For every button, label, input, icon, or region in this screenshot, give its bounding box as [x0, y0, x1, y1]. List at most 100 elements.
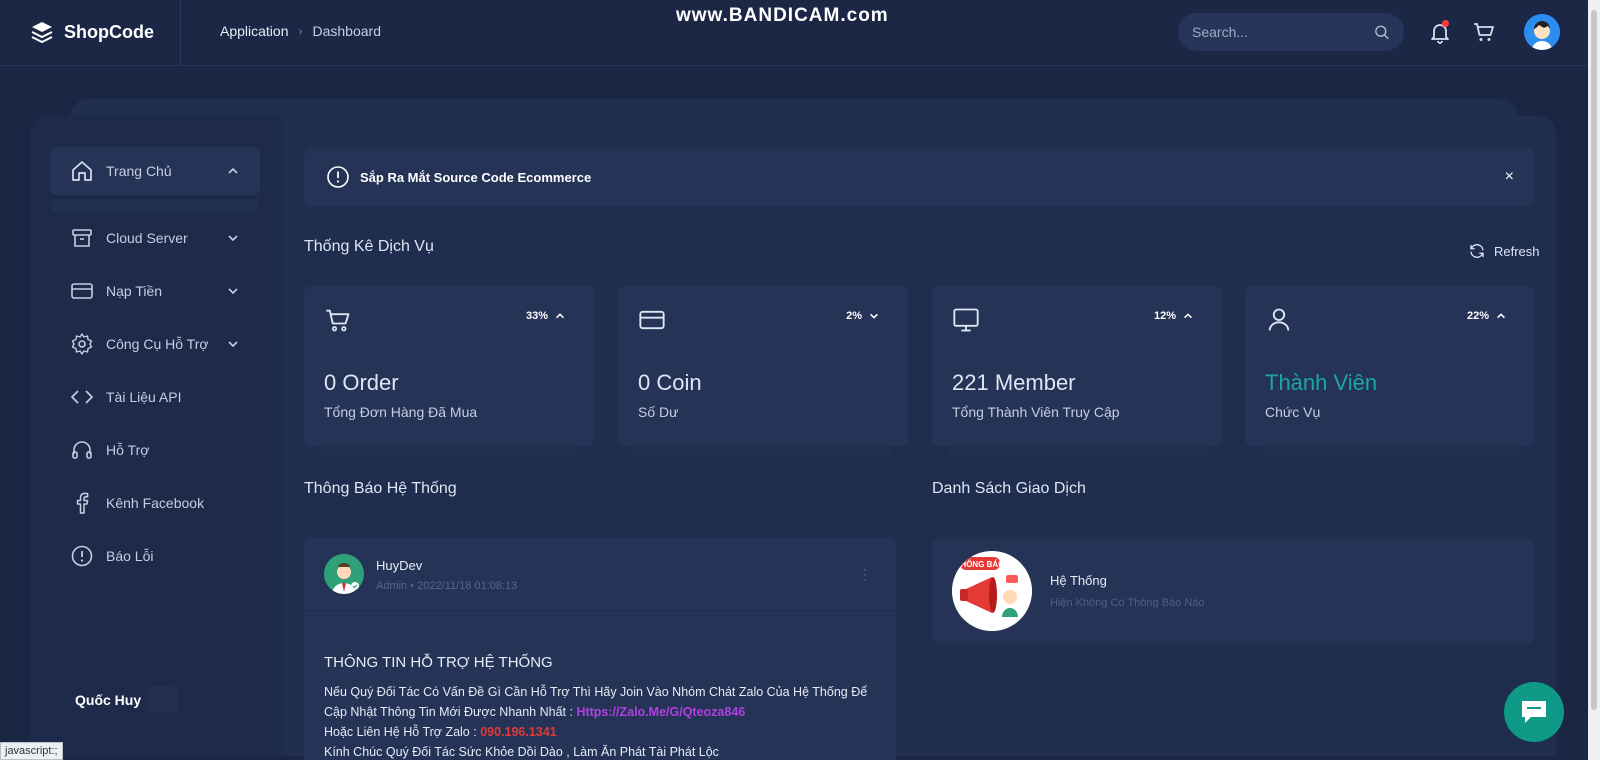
stat-percent: 2%	[846, 310, 880, 322]
zalo-group-link[interactable]: Https://Zalo.Me/G/Qteoza846	[576, 705, 745, 719]
stat-label: Chức Vụ	[1265, 404, 1321, 420]
transaction-subtitle: Hiện Không Có Thông Báo Nào	[1050, 597, 1205, 609]
chat-bubble-icon	[1522, 701, 1546, 723]
refresh-button[interactable]: Refresh	[1468, 242, 1540, 260]
cart-icon[interactable]	[1472, 20, 1496, 44]
chevron-up-icon	[228, 167, 238, 174]
stat-percent-value: 12%	[1153, 310, 1176, 322]
sidebar-item-bao-loi[interactable]: Báo Lỗi	[50, 536, 260, 576]
chevron-down-icon	[228, 288, 238, 295]
sidebar-item-label: Nạp Tiền	[106, 283, 163, 299]
search-input[interactable]	[1192, 24, 1373, 40]
stat-card-members: 12% 221 Member Tổng Thành Viên Truy Cập	[932, 286, 1222, 446]
layers-logo-icon	[31, 22, 53, 44]
post-author: HuyDev	[376, 558, 423, 573]
stat-value: 0 Order	[324, 370, 399, 395]
cart-icon	[326, 309, 350, 332]
breadcrumb-application[interactable]: Application	[220, 23, 289, 39]
breadcrumb-dashboard: Dashboard	[312, 23, 382, 39]
post-heading: THÔNG TIN HỖ TRỢ HỆ THỐNG	[324, 654, 553, 671]
post-line2: Hoặc Liên Hệ Hỗ Trợ Zalo :	[324, 725, 481, 739]
notification-logo: THÔNG BÁO	[952, 551, 1032, 631]
more-vertical-icon[interactable]: ⋮	[858, 566, 872, 583]
sidebar-item-cloud-server[interactable]: Cloud Server	[50, 218, 260, 258]
archive-icon	[72, 229, 92, 247]
chat-button[interactable]	[1504, 682, 1564, 742]
stat-percent: 22%	[1467, 310, 1507, 322]
sidebar-username: Quốc Huy	[75, 692, 142, 708]
search-icon[interactable]	[1373, 23, 1390, 41]
user-avatar[interactable]	[1524, 14, 1560, 50]
top-header: ShopCode Application › Dashboard www.BAN…	[0, 0, 1588, 66]
sidebar-item-label: Công Cụ Hỗ Trợ	[106, 336, 209, 352]
sidebar-active-shadow	[52, 199, 258, 213]
sidebar-item-home[interactable]: Trang Chủ	[50, 147, 260, 195]
stat-percent: 12%	[1154, 310, 1194, 322]
stat-value: Thành Viên	[1265, 370, 1378, 395]
sidebar-item-label: Kênh Facebook	[106, 495, 205, 511]
sidebar-item-cong-cu-ho-tro[interactable]: Công Cụ Hỗ Trợ	[50, 324, 260, 364]
stat-percent: 33%	[526, 310, 566, 322]
sidebar-item-label: Hỗ Trợ	[106, 442, 150, 458]
sidebar-item-label: Tài Liệu API	[106, 389, 182, 405]
notification-dot	[1442, 20, 1449, 27]
stat-percent-value: 2%	[846, 310, 862, 322]
refresh-label: Refresh	[1494, 243, 1540, 259]
code-icon	[70, 390, 94, 404]
card-shadow	[320, 446, 578, 458]
home-icon	[72, 161, 92, 181]
stat-percent-value: 33%	[525, 310, 548, 322]
stat-label: Số Dư	[638, 404, 679, 420]
stat-percent-value: 22%	[1466, 310, 1489, 322]
notice-post: HuyDev Admin • 2022/11/18 01:08:13 ⋮ THÔ…	[304, 538, 896, 760]
monitor-icon	[953, 308, 979, 332]
announcement-alert: Sắp Ra Mắt Source Code Ecommerce ×	[304, 148, 1534, 206]
post-body: Nếu Quý Đối Tác Có Vấn Đề Gì Cần Hỗ Trợ …	[324, 682, 884, 760]
facebook-icon	[76, 492, 89, 514]
stat-label: Tổng Đơn Hàng Đã Mua	[324, 404, 478, 420]
sidebar-item-label: Báo Lỗi	[106, 548, 154, 564]
notices-title: Thông Báo Hệ Thống	[304, 480, 457, 497]
transactions-title: Danh Sách Giao Dịch	[932, 480, 1086, 497]
refresh-icon	[1470, 244, 1484, 258]
browser-status-bar: javascript:;	[0, 742, 63, 760]
alert-text: Sắp Ra Mắt Source Code Ecommerce	[360, 169, 592, 185]
post-line3: Kính Chúc Quý Đối Tác Sức Khỏe Dồi Dào ,…	[324, 745, 719, 759]
close-icon[interactable]: ×	[1505, 168, 1514, 186]
post-meta: Admin • 2022/11/18 01:08:13	[376, 580, 517, 592]
chevron-down-icon	[870, 313, 878, 319]
card-shadow	[634, 446, 892, 458]
logo[interactable]: ShopCode	[30, 20, 154, 44]
transaction-item[interactable]: THÔNG BÁO Hệ Thống Hiện Không Có Thông B…	[932, 539, 1534, 643]
stat-label: Tổng Thành Viên Truy Cập	[952, 404, 1120, 420]
sidebar-toggle[interactable]	[148, 686, 178, 712]
credit-card-icon	[71, 283, 93, 299]
avatar-face-icon	[1524, 14, 1560, 50]
stat-value: 0 Coin	[638, 370, 702, 395]
chevron-down-icon	[228, 235, 238, 242]
post-divider	[304, 610, 896, 611]
scrollbar-thumb[interactable]	[1591, 10, 1597, 710]
breadcrumb-chevron-icon: ›	[298, 24, 303, 38]
gear-icon	[71, 333, 93, 355]
search-box[interactable]	[1178, 13, 1404, 51]
stats-title: Thống Kê Dịch Vụ	[304, 238, 434, 255]
chevron-up-icon	[1184, 313, 1192, 319]
post-timestamp: 2022/11/18 01:08:13	[417, 580, 518, 592]
chevron-up-icon	[556, 313, 564, 319]
chevron-up-icon	[1497, 313, 1505, 319]
stat-card-role: 22% Thành Viên Chức Vụ	[1245, 286, 1535, 446]
sidebar-item-ho-tro[interactable]: Hỗ Trợ	[50, 430, 260, 470]
sidebar-item-kenh-facebook[interactable]: Kênh Facebook	[50, 483, 260, 523]
sidebar: Trang Chủ Cloud Server Nạp Tiền Công Cụ …	[30, 116, 282, 756]
header-divider	[180, 0, 181, 66]
sidebar-item-nap-tien[interactable]: Nạp Tiền	[50, 271, 260, 311]
user-icon	[1268, 308, 1290, 331]
logo-text: ShopCode	[64, 21, 154, 42]
credit-card-icon	[639, 310, 665, 330]
support-phone: 090.196.1341	[480, 725, 557, 739]
sidebar-item-tai-lieu-api[interactable]: Tài Liệu API	[50, 377, 260, 417]
headphones-icon	[72, 441, 92, 459]
chevron-down-icon	[228, 341, 238, 348]
notification-logo-text: THÔNG BÁO	[956, 560, 1005, 569]
